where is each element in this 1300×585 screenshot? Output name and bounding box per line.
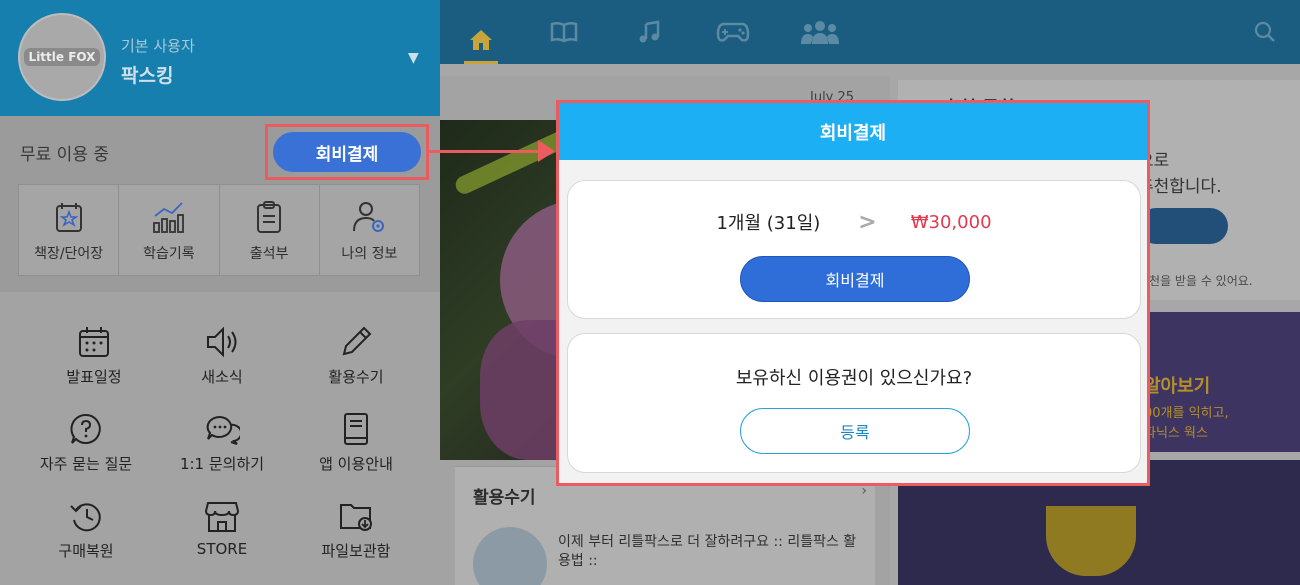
- chat-icon: [206, 415, 240, 445]
- user-name: 팍스킹: [121, 65, 174, 87]
- speaker-icon: [207, 326, 237, 358]
- menu-item-store[interactable]: STORE: [152, 498, 292, 558]
- group-icon[interactable]: [798, 18, 842, 46]
- promo-subtitle: 00개를 익히고, 파닉스 웍스: [1144, 404, 1229, 444]
- quick-link-label: 출석부: [249, 246, 289, 262]
- store-icon: [204, 502, 240, 532]
- restore-icon: [70, 503, 101, 532]
- menu-item-label: STORE: [196, 540, 248, 558]
- menu-item-label: 1:1 문의하기: [179, 455, 265, 473]
- user-settings-icon: [353, 202, 385, 232]
- menu-item-restore[interactable]: 구매복원: [16, 498, 156, 561]
- promo-title: 알아보기: [1144, 376, 1211, 397]
- tips-thumbnail: [473, 527, 547, 585]
- chevron-right-icon: >: [858, 209, 877, 235]
- menu-item-label: 새소식: [201, 368, 243, 386]
- quick-link-bookshelf[interactable]: 책장/단어장: [19, 185, 120, 275]
- annotation-arrow-line: [429, 150, 547, 153]
- pencil-icon: [342, 326, 372, 356]
- menu-item-label: 발표일정: [66, 368, 122, 386]
- menu-item-schedule[interactable]: 발표일정: [24, 324, 164, 387]
- gamepad-icon[interactable]: [716, 18, 750, 46]
- membership-pay-button[interactable]: 회비결제: [273, 132, 421, 172]
- pay-button[interactable]: 회비결제: [740, 256, 970, 302]
- avatar[interactable]: Little FOX: [18, 13, 106, 101]
- menu-item-label: 앱 이용안내: [319, 455, 393, 473]
- bar-chart-icon: [152, 202, 184, 233]
- quick-link-study-log[interactable]: 학습기록: [119, 185, 220, 275]
- coupon-question: 보유하신 이용권이 있으신가요?: [735, 368, 973, 389]
- clipboard-icon: [257, 201, 282, 233]
- little-fox-logo: Little FOX: [23, 48, 101, 66]
- ai-text-line1: 으로: [1138, 151, 1170, 171]
- quick-link-label: 나의 정보: [341, 246, 398, 262]
- menu-item-news[interactable]: 새소식: [152, 324, 292, 387]
- menu-item-label: 파일보관함: [321, 542, 391, 560]
- quick-link-my-info[interactable]: 나의 정보: [320, 185, 419, 275]
- menu-item-file-storage[interactable]: 파일보관함: [286, 498, 426, 561]
- plan-row: 1개월 (31일) > ₩30,000: [568, 209, 1140, 235]
- plan-price: ₩30,000: [910, 211, 992, 233]
- calendar-icon: [79, 327, 109, 357]
- user-role: 기본 사용자: [121, 37, 195, 55]
- ai-recommend-button[interactable]: [1138, 208, 1228, 244]
- drawer-header: Little FOX 기본 사용자 팍스킹 ▼: [0, 0, 440, 116]
- menu-item-reviews[interactable]: 활용수기: [286, 324, 426, 387]
- quick-link-label: 책장/단어장: [34, 246, 104, 262]
- register-button[interactable]: 등록: [740, 408, 970, 454]
- tips-post-title[interactable]: 이제 부터 리틀팍스로 더 잘하려구요 :: 리틀팍스 활용법 ::: [558, 533, 858, 571]
- menu-item-label: 자주 묻는 질문: [39, 455, 133, 473]
- top-navigation: [440, 0, 1300, 64]
- quick-link-attendance[interactable]: 출석부: [220, 185, 320, 275]
- modal-title: 회비결제: [559, 103, 1147, 160]
- bookshelf-star-icon: [55, 203, 82, 232]
- promo-sub-line2: 파닉스 웍스: [1144, 426, 1208, 441]
- menu-item-inquiry[interactable]: 1:1 문의하기: [152, 411, 292, 474]
- home-icon[interactable]: [464, 18, 498, 64]
- tips-title: 활용수기: [473, 488, 536, 508]
- promo-sub-line1: 00개를 익히고,: [1144, 406, 1229, 421]
- folder-download-icon: [340, 504, 372, 531]
- quick-links: 책장/단어장 학습기록 출석부 나의 정보: [18, 184, 420, 276]
- plan-name: 1개월 (31일): [716, 213, 821, 234]
- question-icon: [70, 413, 101, 444]
- menu-item-app-guide[interactable]: 앱 이용안내: [286, 411, 426, 474]
- membership-status: 무료 이용 중: [20, 145, 110, 165]
- quick-link-label: 학습기록: [143, 246, 195, 262]
- coupon-card: 보유하신 이용권이 있으신가요? 등록: [567, 333, 1141, 473]
- drawer-menu: 발표일정 새소식 활용수기 자주 묻는 질문 1:1 문의하기 앱 이용안내 구…: [0, 292, 440, 585]
- trophy-icon: [1046, 506, 1136, 576]
- music-icon[interactable]: [632, 18, 666, 46]
- book-icon[interactable]: [547, 18, 581, 46]
- ai-card-note: 추천을 받을 수 있어요.: [1138, 274, 1253, 288]
- search-icon[interactable]: [1248, 18, 1282, 46]
- book-guide-icon: [344, 413, 368, 445]
- plan-card: 1개월 (31일) > ₩30,000 회비결제: [567, 180, 1141, 319]
- menu-item-faq[interactable]: 자주 묻는 질문: [16, 411, 156, 474]
- side-drawer: Little FOX 기본 사용자 팍스킹 ▼ 무료 이용 중 회비결제 책장/…: [0, 0, 440, 585]
- caret-down-icon[interactable]: ▼: [408, 50, 419, 66]
- ai-card-text: 으로 추천합니다.: [1138, 148, 1222, 200]
- payment-modal: 회비결제 1개월 (31일) > ₩30,000 회비결제 보유하신 이용권이 …: [556, 100, 1150, 486]
- ai-text-line2: 추천합니다.: [1138, 177, 1222, 197]
- menu-item-label: 구매복원: [58, 542, 114, 560]
- annotation-arrow-head: [538, 140, 555, 162]
- menu-item-label: 활용수기: [328, 368, 384, 386]
